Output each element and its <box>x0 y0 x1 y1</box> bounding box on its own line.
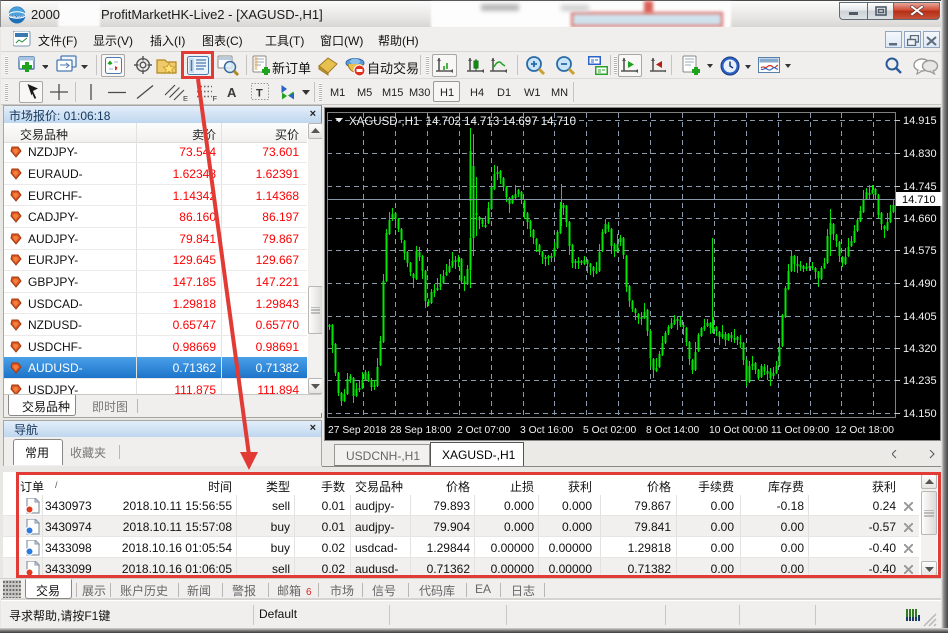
svg-text:28 Sep 18:00: 28 Sep 18:00 <box>390 425 452 436</box>
svg-text:12 Oct 18:00: 12 Oct 18:00 <box>835 425 894 436</box>
svg-text:14.235: 14.235 <box>903 375 937 387</box>
svg-text:14.405: 14.405 <box>903 311 937 323</box>
svg-text:14.830: 14.830 <box>903 148 937 160</box>
svg-text:14.575: 14.575 <box>903 245 937 257</box>
svg-text:14.710: 14.710 <box>902 194 936 206</box>
svg-text:F: F <box>213 94 218 102</box>
svg-text:14.745: 14.745 <box>903 181 937 193</box>
svg-text:10 Oct 00:00: 10 Oct 00:00 <box>709 425 768 436</box>
svg-text:5 Oct 02:00: 5 Oct 02:00 <box>583 425 637 436</box>
svg-text:8 Oct 14:00: 8 Oct 14:00 <box>646 425 700 436</box>
svg-text:14.915: 14.915 <box>903 115 937 127</box>
svg-text:14.150: 14.150 <box>903 408 937 420</box>
svg-text:27 Sep 2018: 27 Sep 2018 <box>328 425 387 436</box>
svg-text:3 Oct 16:00: 3 Oct 16:00 <box>520 425 574 436</box>
svg-text:11 Oct 09:00: 11 Oct 09:00 <box>771 425 829 436</box>
svg-text:PROFIT: PROFIT <box>10 14 25 19</box>
svg-text:E: E <box>183 94 188 102</box>
svg-text:2 Oct 07:00: 2 Oct 07:00 <box>457 425 511 436</box>
svg-text:14.660: 14.660 <box>903 213 937 225</box>
svg-text:14.320: 14.320 <box>903 343 937 355</box>
svg-text:T: T <box>256 88 263 100</box>
svg-text:XAGUSD-,H1 14.702 14.713 14.6: XAGUSD-,H1 14.702 14.713 14.697 14.710 <box>349 116 576 128</box>
svg-text:14.490: 14.490 <box>903 278 937 290</box>
